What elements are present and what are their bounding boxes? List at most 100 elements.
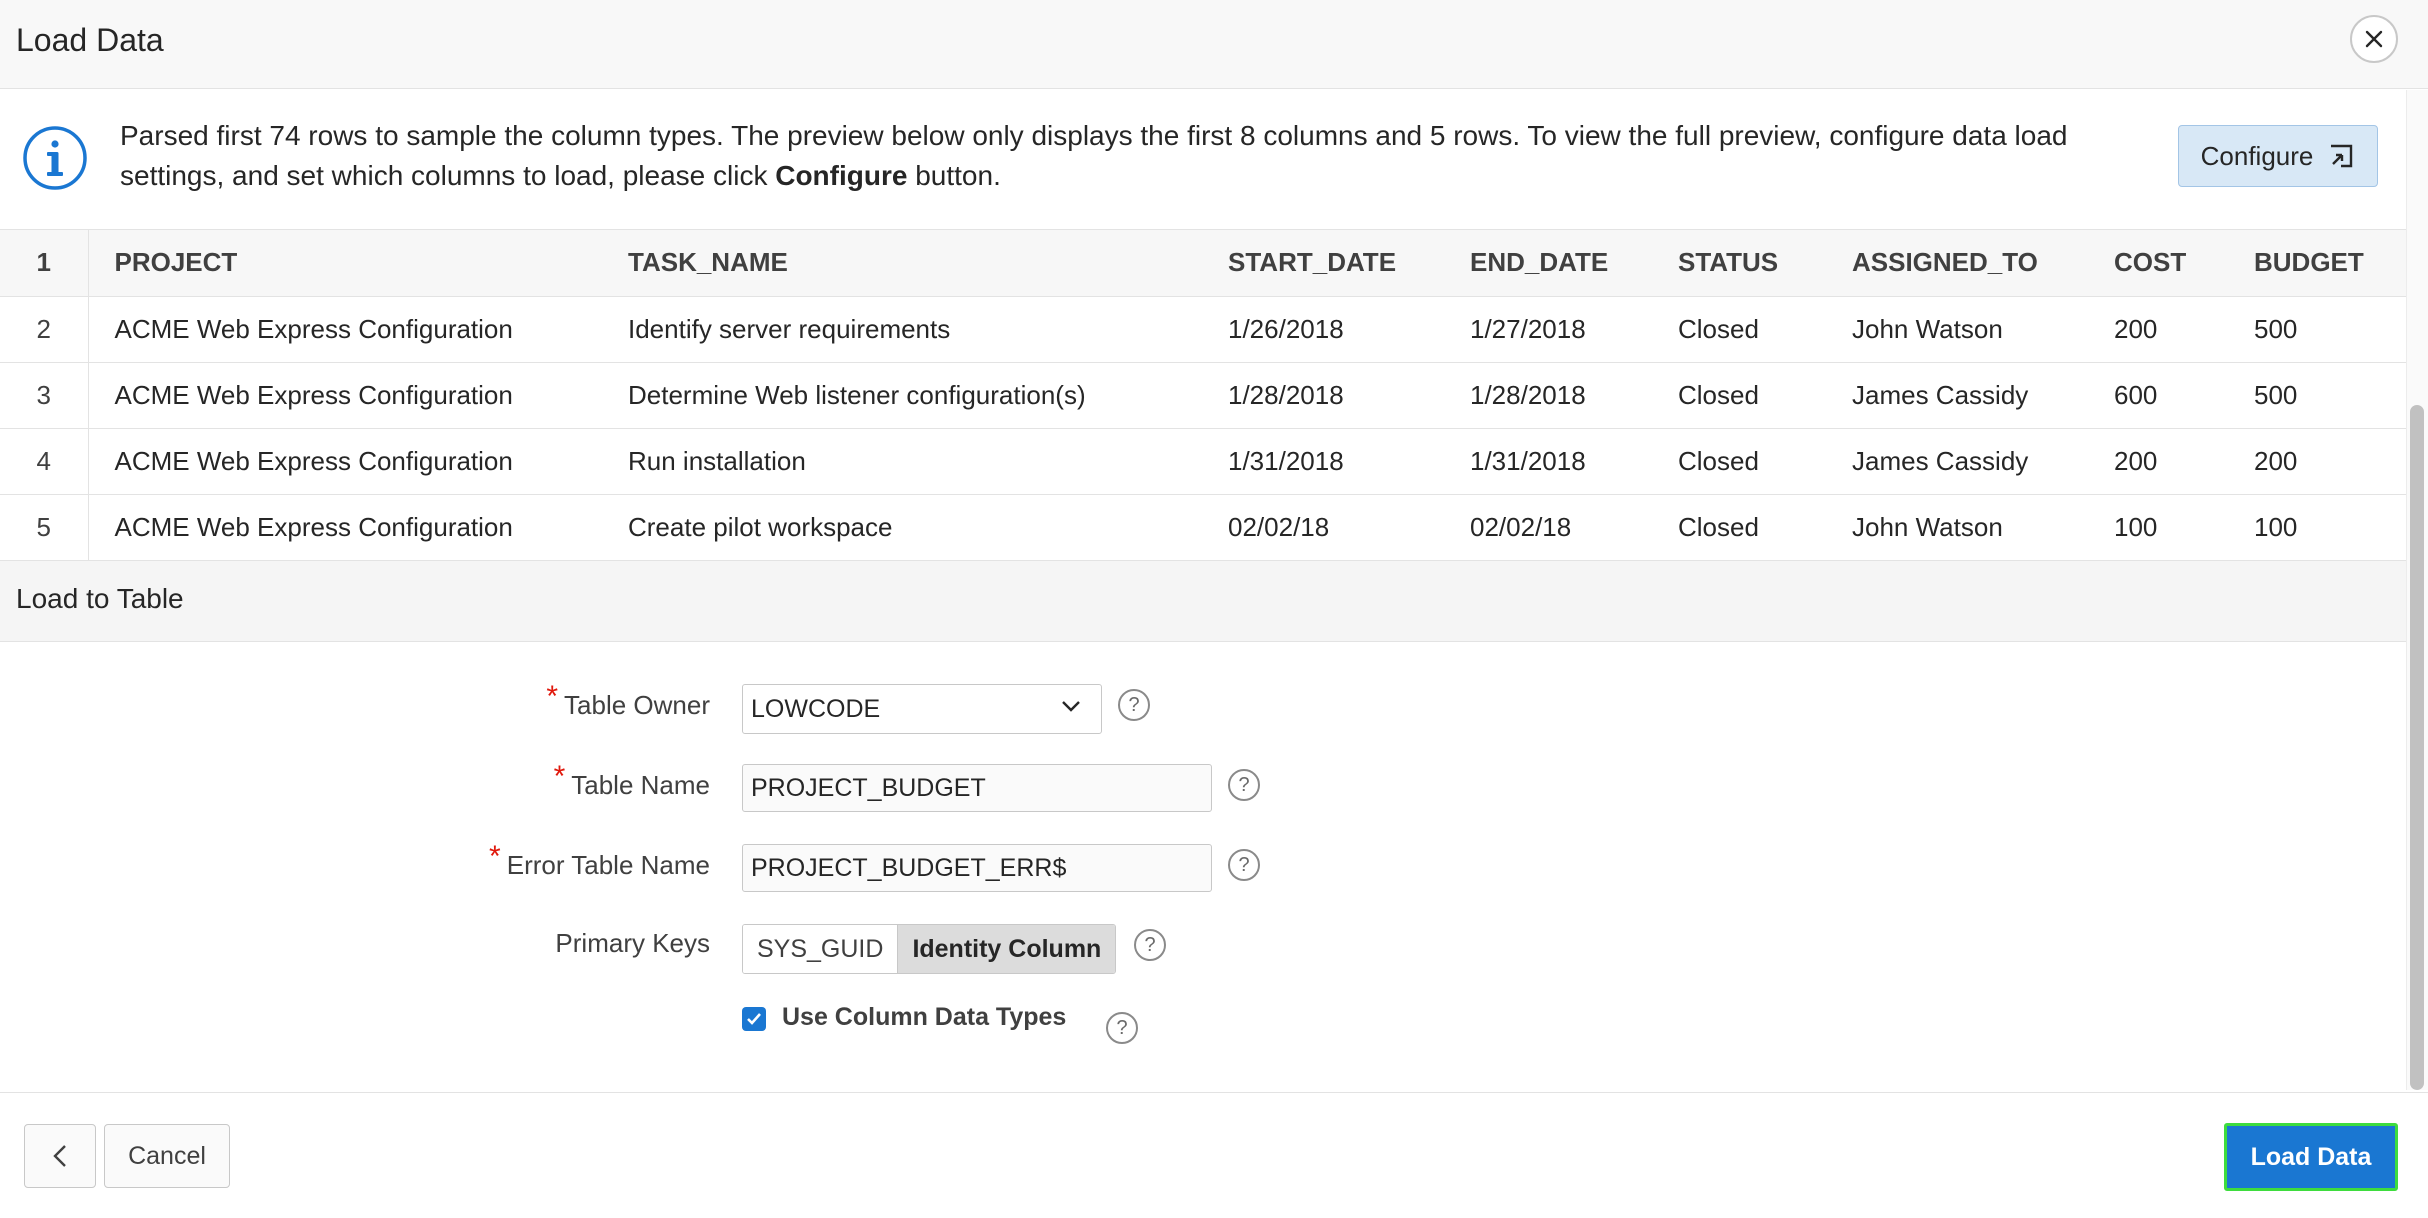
external-dialog-icon	[2331, 144, 2353, 168]
column-header: END_DATE	[1444, 230, 1652, 297]
table-cell: 1/26/2018	[1202, 296, 1444, 363]
table-cell: Create pilot workspace	[602, 494, 1202, 561]
row-number: 4	[0, 428, 89, 495]
info-icon	[23, 126, 87, 190]
row-number: 1	[0, 230, 89, 297]
column-header: PROJECT	[88, 230, 602, 297]
scrollbar-thumb[interactable]	[2410, 405, 2424, 1090]
table-row: 4 ACME Web Express Configuration Run insta…	[0, 428, 2406, 495]
table-cell: 1/28/2018	[1202, 362, 1444, 429]
info-text-bold: Configure	[775, 160, 908, 191]
table-cell: Identify server requirements	[602, 296, 1202, 363]
column-header: TASK_NAME	[602, 230, 1202, 297]
info-text-after: button.	[907, 160, 1001, 191]
table-cell: 100	[2228, 494, 2406, 561]
row-number: 5	[0, 494, 89, 561]
table-cell: 02/02/18	[1202, 494, 1444, 561]
table-cell: Closed	[1652, 296, 1826, 363]
table-cell: 100	[2088, 494, 2228, 561]
table-name-label: * Table Name	[210, 760, 710, 802]
table-header-row: 1 PROJECT TASK_NAME START_DATE END_DATE STATU…	[0, 230, 2406, 297]
table-cell: ACME Web Express Configuration	[88, 428, 602, 495]
primary-keys-option-identity-column[interactable]: Identity Column	[897, 925, 1116, 973]
configure-button[interactable]: Configure	[2178, 125, 2378, 187]
section-header: Load to Table	[0, 560, 2406, 642]
cancel-button[interactable]: Cancel	[104, 1124, 230, 1188]
primary-keys-label: Primary Keys	[210, 928, 710, 959]
column-header: START_DATE	[1202, 230, 1444, 297]
info-text-before: Parsed first 74 rows to sample the colum…	[120, 120, 2068, 191]
table-cell: 600	[2088, 362, 2228, 429]
row-number: 2	[0, 296, 89, 363]
table-row: 2 ACME Web Express Configuration Identify …	[0, 296, 2406, 363]
primary-keys-toggle[interactable]: SYS_GUID Identity Column	[742, 924, 1117, 974]
section-title: Load to Table	[16, 583, 184, 614]
table-cell: 1/28/2018	[1444, 362, 1652, 429]
table-cell: 1/31/2018	[1444, 428, 1652, 495]
table-owner-value: LOWCODE	[751, 695, 881, 723]
use-column-data-types-help-icon[interactable]: ?	[1106, 1012, 1138, 1044]
table-cell: Run installation	[602, 428, 1202, 495]
table-cell: 02/02/18	[1444, 494, 1652, 561]
table-cell: 200	[2088, 296, 2228, 363]
required-marker: *	[553, 760, 566, 793]
table-cell: 500	[2228, 296, 2406, 363]
table-cell: Closed	[1652, 494, 1826, 561]
back-button[interactable]	[24, 1124, 96, 1188]
dialog-footer: Cancel Load Data	[0, 1092, 2428, 1218]
configure-label: Configure	[2200, 140, 2314, 171]
checkmark-icon	[747, 1013, 761, 1025]
dialog-title: Load Data	[16, 22, 164, 58]
chevron-down-icon	[1062, 701, 1080, 712]
table-cell: 200	[2228, 428, 2406, 495]
table-row: 3 ACME Web Express Configuration Determine…	[0, 362, 2406, 429]
table-cell: ACME Web Express Configuration	[88, 494, 602, 561]
chevron-left-icon	[53, 1145, 66, 1167]
table-cell: 500	[2228, 362, 2406, 429]
table-cell: ACME Web Express Configuration	[88, 296, 602, 363]
table-row: 5 ACME Web Express Configuration Create pi…	[0, 494, 2406, 561]
info-banner: Parsed first 74 rows to sample the colum…	[0, 90, 2406, 230]
column-header: STATUS	[1652, 230, 1826, 297]
close-button[interactable]	[2350, 15, 2398, 63]
primary-keys-label-text: Primary Keys	[555, 928, 710, 958]
table-cell: James Cassidy	[1826, 428, 2088, 495]
table-cell: ACME Web Express Configuration	[88, 362, 602, 429]
table-cell: James Cassidy	[1826, 362, 2088, 429]
table-owner-label-text: Table Owner	[564, 690, 710, 720]
table-cell: John Watson	[1826, 494, 2088, 561]
use-column-data-types-checkbox[interactable]	[742, 1007, 766, 1031]
column-header: BUDGET	[2228, 230, 2406, 297]
error-table-name-help-icon[interactable]: ?	[1228, 849, 1260, 881]
table-owner-label: * Table Owner	[210, 680, 710, 722]
table-cell: John Watson	[1826, 296, 2088, 363]
load-data-button[interactable]: Load Data	[2224, 1123, 2398, 1191]
table-cell: 200	[2088, 428, 2228, 495]
primary-keys-option-sys-guid[interactable]: SYS_GUID	[743, 925, 898, 973]
info-message: Parsed first 74 rows to sample the colum…	[120, 116, 2140, 196]
table-name-label-text: Table Name	[571, 770, 710, 800]
table-owner-select[interactable]: LOWCODE	[742, 684, 1102, 734]
required-marker: *	[489, 840, 501, 873]
table-cell: Closed	[1652, 428, 1826, 495]
table-name-help-icon[interactable]: ?	[1228, 769, 1260, 801]
table-name-input[interactable]	[742, 764, 1212, 812]
row-number: 3	[0, 362, 89, 429]
table-cell: 1/27/2018	[1444, 296, 1652, 363]
dialog-body[interactable]: Parsed first 74 rows to sample the colum…	[0, 90, 2428, 1090]
table-cell: 1/31/2018	[1202, 428, 1444, 495]
column-header: ASSIGNED_TO	[1826, 230, 2088, 297]
table-cell: Determine Web listener configuration(s)	[602, 362, 1202, 429]
table-cell: Closed	[1652, 362, 1826, 429]
error-table-name-input[interactable]	[742, 844, 1212, 892]
preview-table: 1 PROJECT TASK_NAME START_DATE END_DATE STATU…	[0, 230, 2406, 561]
error-table-name-label: * Error Table Name	[210, 840, 710, 882]
dialog-titlebar: Load Data	[0, 0, 2428, 89]
column-header: COST	[2088, 230, 2228, 297]
close-icon	[2365, 30, 2383, 48]
use-column-data-types-label[interactable]: Use Column Data Types	[782, 1003, 1066, 1032]
primary-keys-help-icon[interactable]: ?	[1134, 929, 1166, 961]
error-table-name-label-text: Error Table Name	[506, 850, 710, 880]
table-owner-help-icon[interactable]: ?	[1118, 689, 1150, 721]
required-marker: *	[546, 680, 559, 713]
